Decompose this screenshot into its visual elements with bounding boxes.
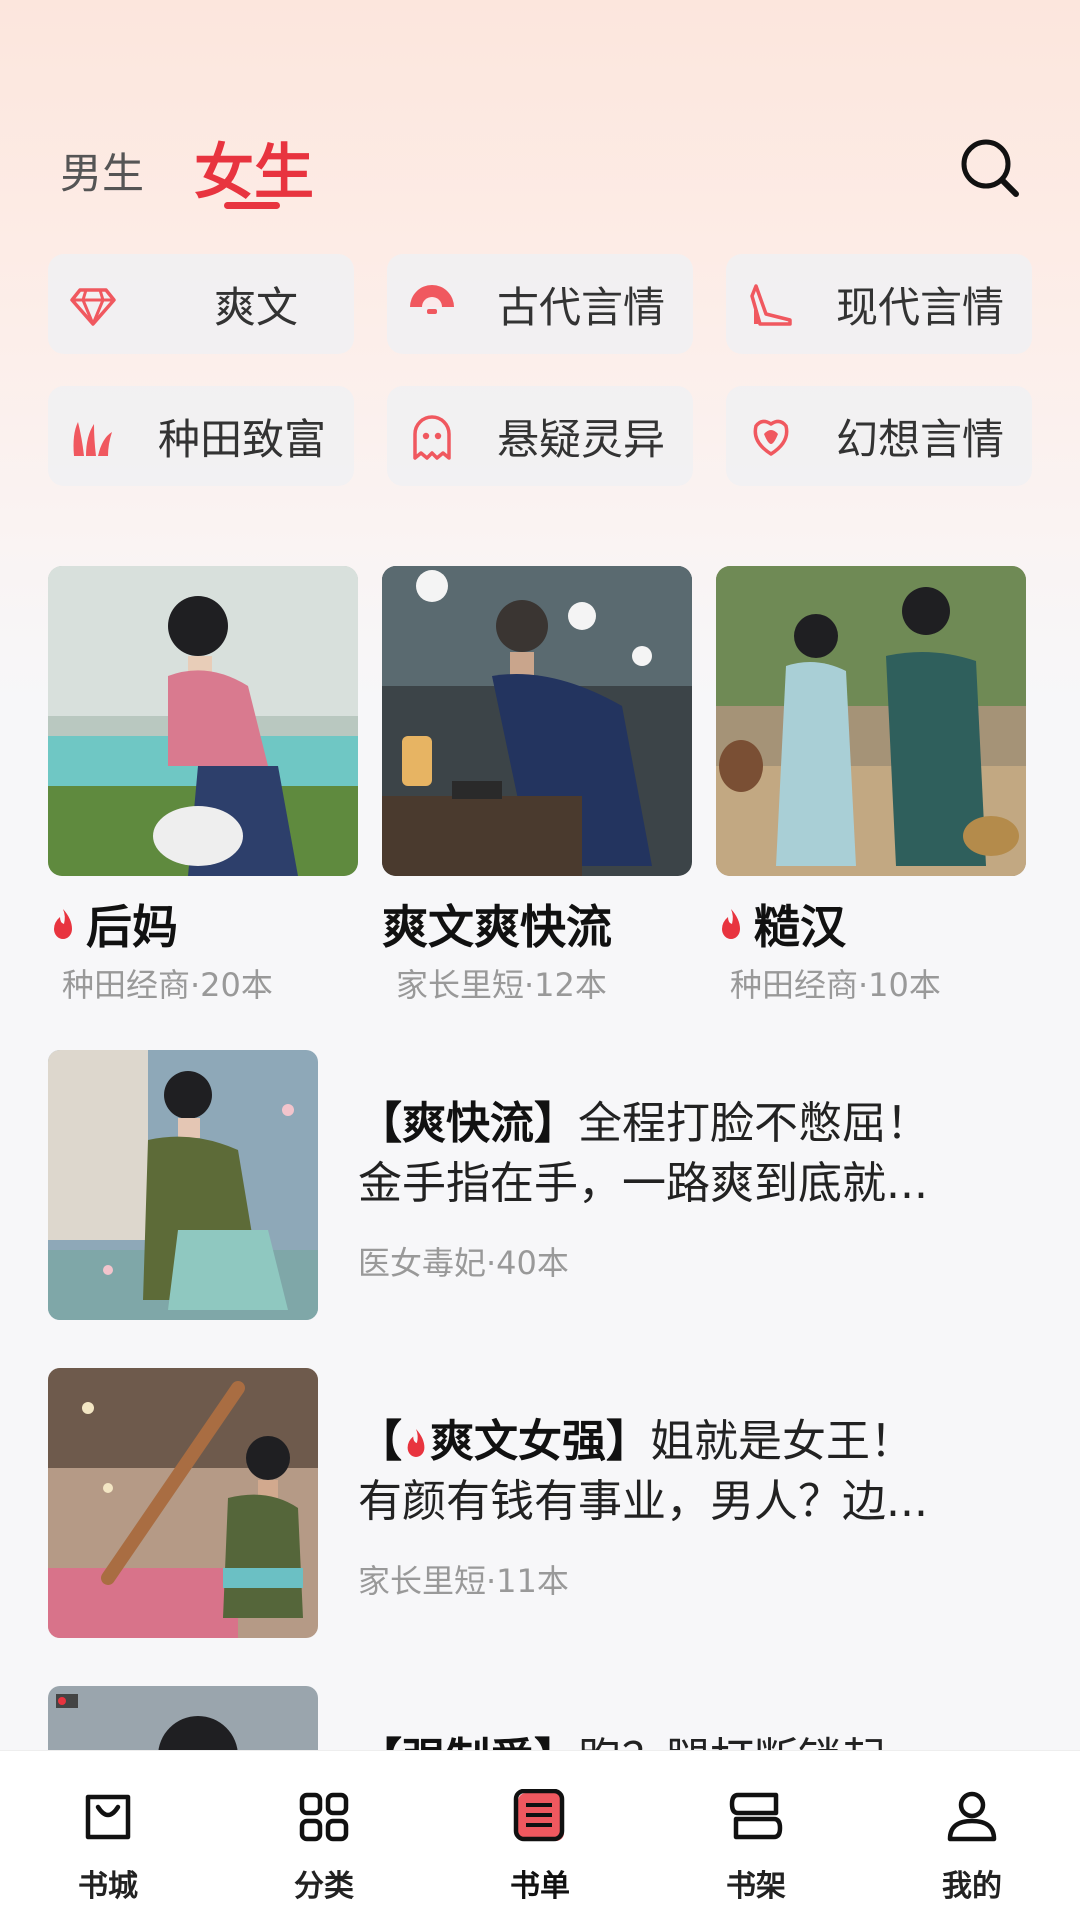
search-button[interactable] (950, 128, 1030, 208)
featured-card-title: 糙汉 (716, 896, 1026, 954)
featured-card-title-text: 爽文爽快流 (382, 900, 612, 954)
ghost-icon (413, 415, 451, 460)
high-heel-icon (750, 284, 792, 326)
bottom-navigation: 书城 分类 书单 书架 我的 (0, 1750, 1080, 1920)
booklist-cover-image (716, 566, 1026, 876)
booklist-title: 【爽快流】全程打脸不憋屈！ 金手指在手，一路爽到底就... (358, 1094, 1018, 1214)
featured-card-title-text: 糙汉 (754, 900, 846, 954)
featured-booklists: 后妈 种田经商·20本 爽文爽快流 家长里短·12本 糙汉 种田经商·10本 (48, 566, 1032, 1004)
category-chip-suspense[interactable]: 悬疑灵异 (387, 386, 693, 486)
booklist-tag: 爽文女强】 (430, 1416, 650, 1467)
nav-label: 我的 (942, 1869, 1002, 1904)
tab-male[interactable]: 男生 (60, 140, 144, 201)
tab-female[interactable]: 女生 (194, 124, 314, 211)
nav-item-booklist[interactable]: 书单 (432, 1751, 648, 1920)
booklist-title: 【爽文女强】姐就是女王！ 有颜有钱有事业，男人？边... (358, 1412, 1018, 1532)
featured-card[interactable]: 后妈 种田经商·20本 (48, 566, 358, 1006)
featured-card[interactable]: 爽文爽快流 家长里短·12本 (382, 566, 692, 1006)
category-chip-farming[interactable]: 种田致富 (48, 386, 354, 486)
fire-icon (54, 909, 72, 939)
rose-icon (753, 419, 789, 456)
booklist-text: 全程打脸不憋屈！ (578, 1098, 930, 1149)
category-label: 种田致富 (157, 414, 326, 464)
category-label: 幻想言情 (835, 414, 1004, 464)
featured-card-title: 爽文爽快流 (382, 896, 692, 954)
booklist-cover-image (48, 566, 358, 876)
booklist-text: 姐就是女王！ (650, 1416, 914, 1467)
category-chip-shuangwen[interactable]: 爽文 (48, 254, 354, 354)
category-label: 爽文 (213, 282, 298, 332)
booklist-list-item[interactable]: 【爽文女强】姐就是女王！ 有颜有钱有事业，男人？边... 家长里短·11本 (48, 1368, 1032, 1638)
featured-card[interactable]: 糙汉 种田经商·10本 (716, 566, 1026, 1006)
booklist-tag-open: 【 (358, 1416, 402, 1467)
nav-item-profile[interactable]: 我的 (864, 1751, 1080, 1920)
category-label: 悬疑灵异 (496, 414, 665, 464)
category-label: 现代言情 (835, 282, 1004, 332)
grid-icon (299, 1792, 349, 1842)
featured-card-subtitle: 种田经商·10本 (730, 966, 941, 1004)
nav-item-bookstore[interactable]: 书城 (0, 1751, 216, 1920)
category-chip-modern-romance[interactable]: 现代言情 (726, 254, 1032, 354)
nav-label: 分类 (294, 1869, 354, 1904)
sprout-icon (73, 422, 112, 456)
category-grid: 爽文 古代言情 现代言情 种田致富 悬疑灵异 幻想言情 (48, 254, 1032, 486)
bookshelf-icon (729, 1792, 783, 1840)
booklist-cover-image (382, 566, 692, 876)
top-tab-bar: 男生 女生 (0, 120, 1080, 230)
fire-icon (407, 1429, 425, 1457)
nav-item-bookshelf[interactable]: 书架 (648, 1751, 864, 1920)
bag-icon (85, 1794, 131, 1840)
nav-item-category[interactable]: 分类 (216, 1751, 432, 1920)
list-icon (513, 1789, 565, 1842)
category-label: 古代言情 (496, 282, 665, 332)
person-icon (947, 1791, 997, 1842)
active-tab-indicator (224, 202, 280, 209)
booklist-page: 男生 女生 爽文 古代言情 现代言情 种田致富 悬疑灵异 幻想言情 后妈 种田经… (0, 0, 1080, 1920)
search-icon (961, 139, 1019, 197)
category-chip-ancient-romance[interactable]: 古代言情 (387, 254, 693, 354)
category-chip-fantasy-romance[interactable]: 幻想言情 (726, 386, 1032, 486)
booklist-cover-image (48, 1050, 318, 1320)
nav-label: 书城 (78, 1869, 138, 1904)
booklist-text-line2: 有颜有钱有事业，男人？边... (358, 1476, 928, 1527)
booklist-cover-image (48, 1368, 318, 1638)
booklist-tag: 【爽快流】 (358, 1098, 578, 1149)
featured-card-subtitle: 种田经商·20本 (62, 966, 273, 1004)
featured-card-subtitle: 家长里短·12本 (396, 966, 607, 1004)
booklist-subtitle: 家长里短·11本 (358, 1562, 569, 1600)
featured-card-title: 后妈 (48, 896, 358, 954)
fan-icon (410, 285, 454, 314)
booklist-subtitle: 医女毒妃·40本 (358, 1244, 569, 1282)
fire-icon (722, 909, 740, 939)
nav-label: 书单 (510, 1869, 570, 1904)
booklist-list-item[interactable]: 【爽快流】全程打脸不憋屈！ 金手指在手，一路爽到底就... 医女毒妃·40本 (48, 1050, 1032, 1320)
booklist-text-line2: 金手指在手，一路爽到底就... (358, 1158, 928, 1209)
featured-card-title-text: 后妈 (86, 900, 178, 954)
diamond-icon (70, 288, 116, 326)
nav-label: 书架 (726, 1869, 786, 1904)
